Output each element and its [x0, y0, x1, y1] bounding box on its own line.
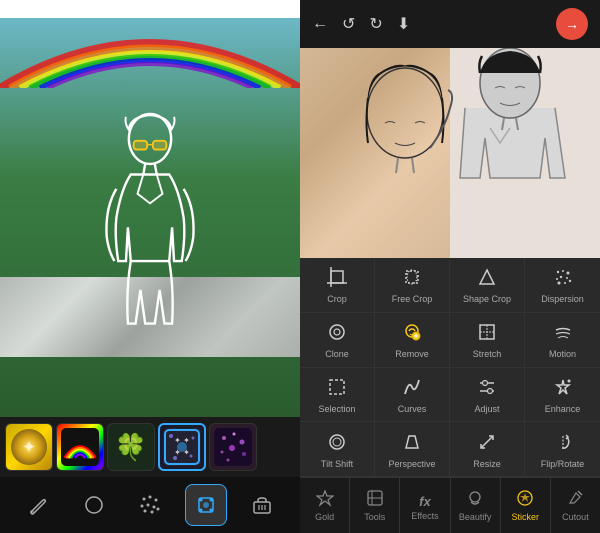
right-panel: ← ↺ ↻ ⬇ → — [300, 0, 600, 533]
tool-adjust[interactable]: Adjust — [450, 368, 525, 423]
sticker-gold[interactable]: ✦ — [5, 423, 53, 471]
tilt-shift-label: Tilt Shift — [321, 459, 353, 469]
shape-crop-icon — [477, 267, 497, 291]
gold-nav-label: Gold — [315, 512, 334, 522]
stretch-icon — [477, 322, 497, 346]
figure-outline — [75, 112, 225, 362]
eraser-tool[interactable] — [73, 484, 115, 526]
beautify-nav-label: Beautify — [459, 512, 492, 522]
brush-tool[interactable] — [17, 484, 59, 526]
tool-crop[interactable]: Crop — [300, 258, 375, 313]
tool-flip-rotate[interactable]: Flip/Rotate — [525, 422, 600, 477]
tool-selection[interactable]: Selection — [300, 368, 375, 423]
beautify-nav-icon — [466, 489, 484, 510]
flip-rotate-icon — [553, 432, 573, 456]
perspective-label: Perspective — [388, 459, 435, 469]
next-button[interactable]: → — [556, 8, 588, 40]
svg-text:✦: ✦ — [21, 437, 36, 457]
gold-nav-icon — [316, 489, 334, 510]
clone-icon — [327, 322, 347, 346]
curves-label: Curves — [398, 404, 427, 414]
selection-icon — [327, 377, 347, 401]
rainbow-arc — [0, 18, 300, 88]
crop-icon — [327, 267, 347, 291]
tilt-shift-icon — [327, 432, 347, 456]
topbar-left-icons: ← ↺ ↻ ⬇ — [312, 14, 410, 34]
sticker-clover[interactable]: 🍀 — [107, 423, 155, 471]
tool-remove[interactable]: Remove — [375, 313, 450, 368]
redo-icon[interactable]: ↻ — [369, 14, 382, 34]
cutout-nav-icon — [566, 489, 584, 510]
effects-nav-label: Effects — [411, 511, 438, 521]
shape-crop-label: Shape Crop — [463, 294, 511, 304]
download-icon[interactable]: ⬇ — [397, 14, 410, 34]
enhance-label: Enhance — [545, 404, 581, 414]
free-crop-label: Free Crop — [392, 294, 433, 304]
cutout-nav-label: Cutout — [562, 512, 589, 522]
scatter-tool[interactable] — [129, 484, 171, 526]
sticker-brush-tool[interactable] — [185, 484, 227, 526]
svg-text:✦ ✦: ✦ ✦ — [174, 448, 190, 457]
nav-sticker[interactable]: Sticker — [501, 478, 551, 533]
selection-label: Selection — [318, 404, 355, 414]
adjust-label: Adjust — [474, 404, 499, 414]
nav-beautify[interactable]: Beautify — [451, 478, 501, 533]
remove-label: Remove — [395, 349, 429, 359]
clone-label: Clone — [325, 349, 349, 359]
right-bottom-nav: Gold Tools fx Effects Beautify Sticker C… — [300, 477, 600, 533]
sticker-nav-label: Sticker — [512, 512, 540, 522]
motion-label: Motion — [549, 349, 576, 359]
left-toolbar — [0, 477, 300, 533]
left-panel: ✦ 🍀 ✦ ✦ ✦ ✦ — [0, 0, 300, 533]
curves-icon — [402, 377, 422, 401]
tool-clone[interactable]: Clone — [300, 313, 375, 368]
tool-enhance[interactable]: Enhance — [525, 368, 600, 423]
perspective-icon — [402, 432, 422, 456]
svg-text:✦ ✦: ✦ ✦ — [174, 436, 190, 445]
back-icon[interactable]: ← — [312, 15, 328, 33]
sticker-nav-icon — [516, 489, 534, 510]
adjust-icon — [477, 377, 497, 401]
tools-nav-label: Tools — [364, 512, 385, 522]
dispersion-icon — [553, 267, 573, 291]
flip-rotate-label: Flip/Rotate — [541, 459, 585, 469]
tool-dispersion[interactable]: Dispersion — [525, 258, 600, 313]
tool-perspective[interactable]: Perspective — [375, 422, 450, 477]
left-header — [0, 0, 300, 18]
tool-shape-crop[interactable]: Shape Crop — [450, 258, 525, 313]
undo-icon[interactable]: ↺ — [342, 14, 355, 34]
resize-icon — [477, 432, 497, 456]
tool-tilt-shift[interactable]: Tilt Shift — [300, 422, 375, 477]
resize-label: Resize — [473, 459, 501, 469]
effects-nav-icon: fx — [419, 491, 431, 509]
enhance-icon — [553, 377, 573, 401]
delete-tool[interactable] — [241, 484, 283, 526]
tool-stretch[interactable]: Stretch — [450, 313, 525, 368]
stretch-label: Stretch — [473, 349, 502, 359]
tools-nav-icon — [366, 489, 384, 510]
right-image-area — [300, 48, 600, 258]
crop-label: Crop — [327, 294, 347, 304]
left-image-area — [0, 18, 300, 417]
dispersion-label: Dispersion — [541, 294, 584, 304]
tool-free-crop[interactable]: Free Crop — [375, 258, 450, 313]
motion-icon — [553, 322, 573, 346]
nav-cutout[interactable]: Cutout — [551, 478, 600, 533]
sticker-rainbow[interactable] — [56, 423, 104, 471]
tool-motion[interactable]: Motion — [525, 313, 600, 368]
nav-tools[interactable]: Tools — [350, 478, 400, 533]
sticker-sparkle[interactable]: ✦ ✦ ✦ ✦ — [158, 423, 206, 471]
sketch-overlay — [300, 48, 600, 258]
sticker-strip: ✦ 🍀 ✦ ✦ ✦ ✦ — [0, 417, 300, 477]
remove-icon — [402, 322, 422, 346]
right-topbar: ← ↺ ↻ ⬇ → — [300, 0, 600, 48]
tool-resize[interactable]: Resize — [450, 422, 525, 477]
sticker-purple[interactable] — [209, 423, 257, 471]
nav-effects[interactable]: fx Effects — [400, 478, 450, 533]
tools-grid: Crop Free Crop Shape Crop Dispersion Clo… — [300, 258, 600, 477]
nav-gold[interactable]: Gold — [300, 478, 350, 533]
tool-curves[interactable]: Curves — [375, 368, 450, 423]
free-crop-icon — [402, 267, 422, 291]
